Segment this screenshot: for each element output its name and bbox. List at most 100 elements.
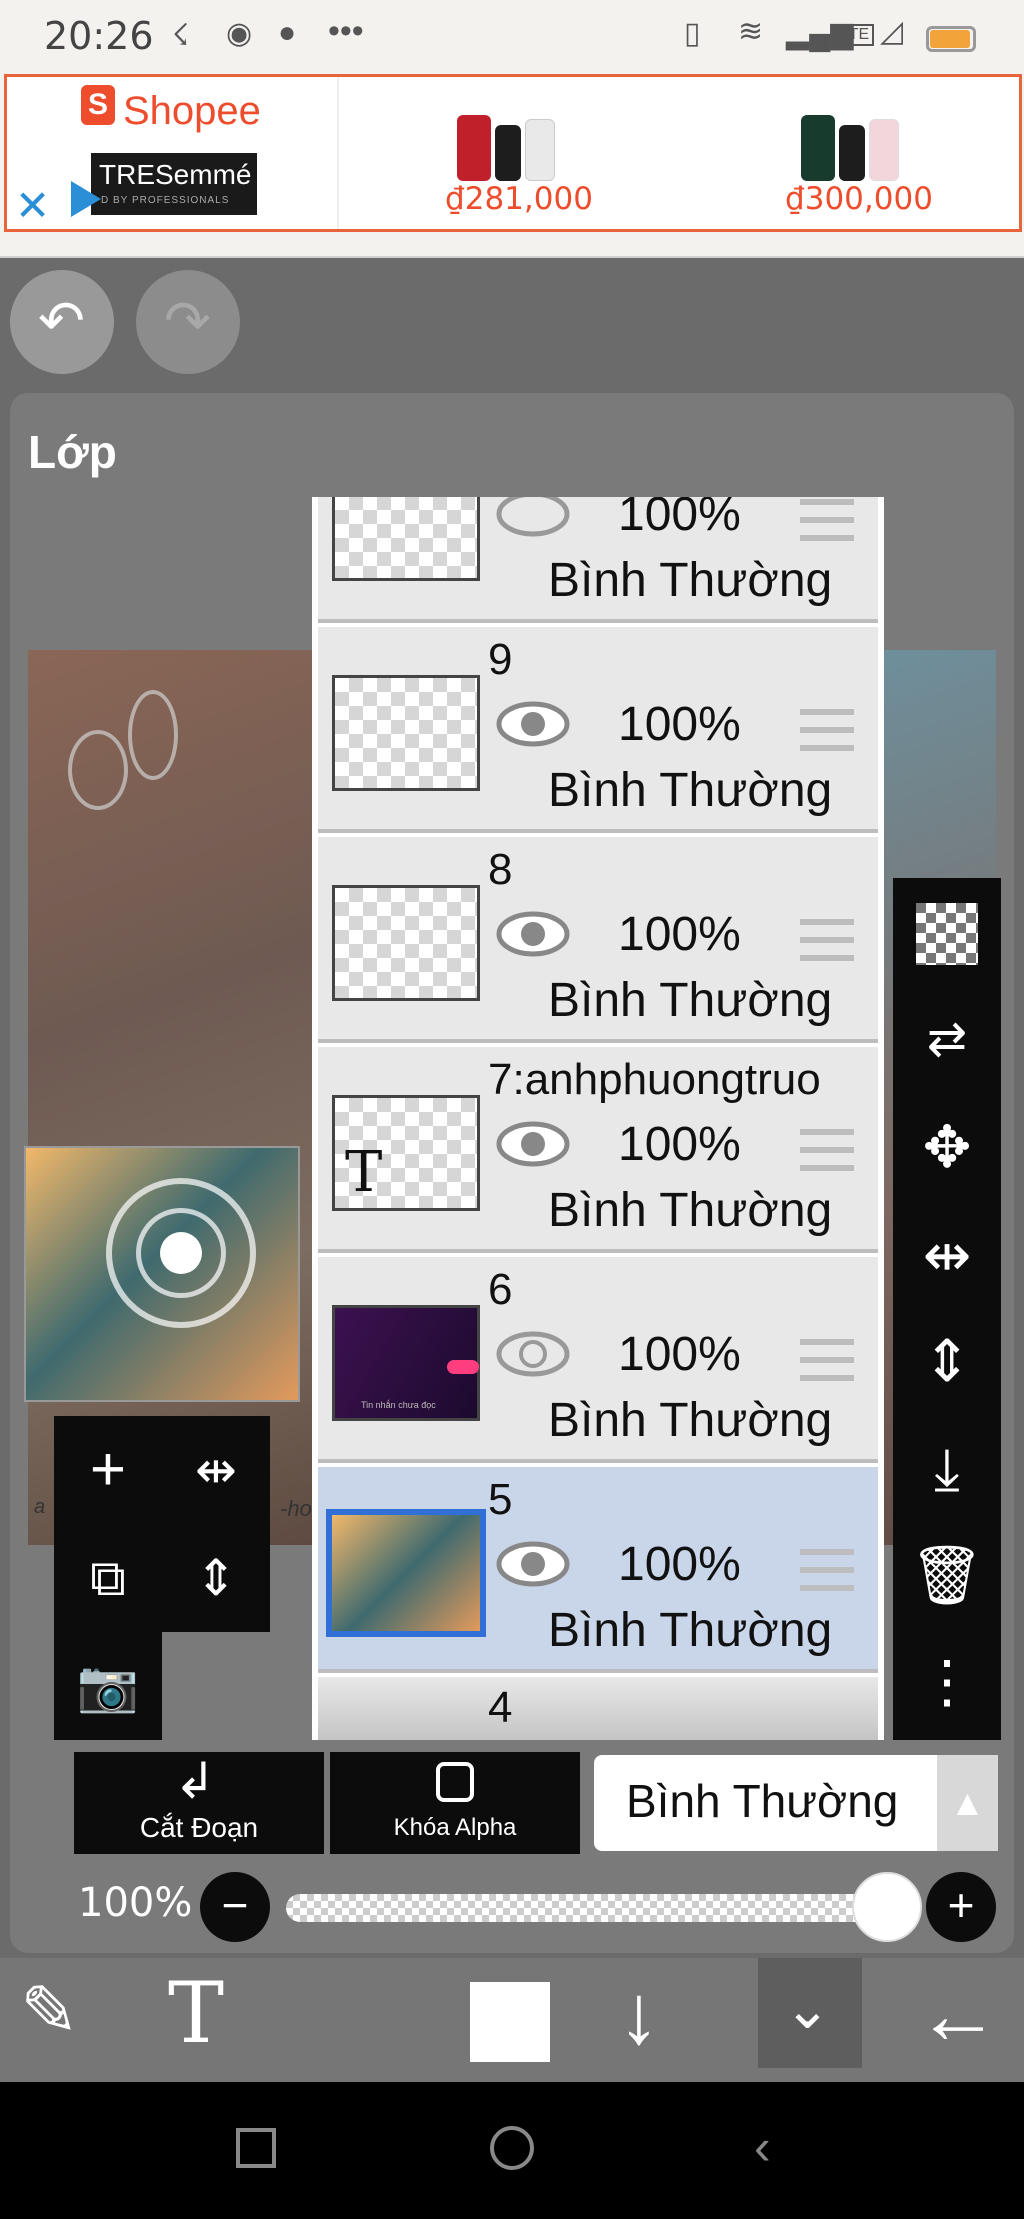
text-tool-icon[interactable]: T: [168, 1964, 224, 2062]
layer-blend-mode: Bình Thường: [548, 1184, 833, 1237]
move-button[interactable]: ✥: [903, 1104, 991, 1192]
ad-product-2[interactable]: [767, 95, 927, 195]
plus-icon: +: [947, 1879, 975, 1931]
shopee-brand: Shopee: [123, 89, 261, 133]
drag-handle-icon[interactable]: [800, 1339, 854, 1385]
flip-vertical-layer-button[interactable]: ⇕: [162, 1524, 270, 1632]
layer-swap-button[interactable]: ⇄: [903, 996, 991, 1084]
alpha-lock-label: Khóa Alpha: [393, 1814, 517, 1841]
recent-apps-icon[interactable]: [236, 2128, 276, 2168]
chevron-double-down-icon: ⌄: [784, 1977, 831, 2040]
opacity-slider-knob[interactable]: [852, 1872, 922, 1942]
layer-row-selected[interactable]: 5 100% Bình Thường: [318, 1467, 878, 1673]
missed-call-icon: ☇: [172, 19, 190, 52]
layer-thumbnail: [332, 497, 480, 581]
status-bar: 20:26 ☇ ◉ ● ••• ▯ ≋ ▂▄▆ LTE ◿: [0, 0, 1024, 72]
canvas-preview: a -ho: [28, 650, 314, 1545]
visibility-eye-icon[interactable]: [496, 1121, 570, 1167]
ad-price-2: ₫300,000: [785, 181, 933, 217]
lock-icon: [436, 1762, 474, 1802]
shopee-bag-icon: S: [81, 85, 115, 125]
clipping-button[interactable]: ↲ Cắt Đoạn: [74, 1752, 324, 1854]
flip-vertical-button[interactable]: ⇕: [903, 1318, 991, 1406]
brush-eraser-toggle-icon[interactable]: ✎: [20, 1970, 79, 2052]
layer-list[interactable]: 100% Bình Thường 9 100% Bình Thường 8 10…: [312, 497, 884, 1740]
color-swatch[interactable]: [470, 1982, 550, 2062]
layer-thumbnail: T: [332, 1095, 480, 1211]
opacity-label: 100%: [78, 1880, 193, 1926]
ad-product-1[interactable]: [427, 95, 587, 195]
flip-vertical-icon: ⇕: [922, 1329, 972, 1394]
layer-opacity: 100%: [618, 1118, 741, 1171]
back-icon[interactable]: ‹: [754, 2118, 771, 2176]
volte-icon: LTE: [836, 24, 875, 46]
drag-handle-icon[interactable]: [800, 1129, 854, 1175]
home-icon[interactable]: [490, 2126, 534, 2170]
transparent-fill-button[interactable]: [903, 890, 991, 978]
import-photo-button[interactable]: 📷: [54, 1632, 162, 1740]
visibility-eye-icon[interactable]: [496, 911, 570, 957]
flip-icon: ⇹: [195, 1442, 237, 1498]
layer-row[interactable]: 8 100% Bình Thường: [318, 837, 878, 1043]
blend-mode-arrow-icon[interactable]: ▲: [937, 1755, 998, 1851]
drag-handle-icon[interactable]: [800, 499, 854, 545]
visibility-eye-icon[interactable]: [496, 1331, 570, 1377]
opacity-increase-button[interactable]: +: [926, 1872, 996, 1942]
redo-button[interactable]: ↷: [136, 270, 240, 374]
layer-thumbnail: [332, 675, 480, 791]
arrow-down-icon[interactable]: ↓: [618, 1966, 660, 2063]
ad-close-icon[interactable]: ✕: [15, 181, 50, 230]
layer-opacity: 100%: [618, 908, 741, 961]
drag-handle-icon[interactable]: [800, 1549, 854, 1595]
drag-handle-icon[interactable]: [800, 709, 854, 755]
checker-icon: [916, 903, 978, 965]
camera-icon: 📷: [76, 1658, 140, 1714]
flip-layer-button[interactable]: ⇹: [162, 1416, 270, 1524]
ad-price-1: ₫281,000: [445, 181, 593, 217]
more-options-button[interactable]: ⋮: [903, 1638, 991, 1726]
opacity-decrease-button[interactable]: −: [200, 1872, 270, 1942]
layer-row[interactable]: 4: [318, 1677, 878, 1740]
layer-name: 6: [488, 1265, 513, 1314]
redo-icon: ↷: [164, 289, 211, 352]
duplicate-layer-button[interactable]: ⧉: [54, 1524, 162, 1632]
undo-button[interactable]: ↶: [10, 270, 114, 374]
opacity-slider[interactable]: [286, 1894, 898, 1922]
visibility-eye-icon[interactable]: [496, 701, 570, 747]
panel-title: Lớp: [28, 426, 117, 478]
merge-down-icon: ⤓: [934, 1437, 960, 1502]
layer-blend-mode: Bình Thường: [548, 974, 833, 1027]
visibility-eye-icon[interactable]: [496, 1541, 570, 1587]
layer-blend-mode: Bình Thường: [548, 554, 833, 607]
visibility-eye-icon[interactable]: [496, 497, 570, 537]
plus-icon: +: [89, 1435, 127, 1504]
adchoices-icon[interactable]: [71, 181, 101, 217]
layer-name: 8: [488, 845, 513, 894]
delete-layer-button[interactable]: 🗑: [903, 1532, 991, 1620]
minus-icon: −: [221, 1879, 249, 1931]
ad-divider: [337, 77, 339, 229]
layer-image-preview: [24, 1146, 300, 1402]
layer-opacity: 100%: [618, 497, 741, 541]
ad-banner[interactable]: S Shopee TRESemmé D BY PROFESSIONALS ₫28…: [0, 72, 1024, 258]
layer-row[interactable]: T 7:anhphuongtruo 100% Bình Thường: [318, 1047, 878, 1253]
flip-horizontal-button[interactable]: ⇹: [903, 1212, 991, 1300]
alpha-lock-button[interactable]: Khóa Alpha: [330, 1752, 580, 1854]
text-layer-glyph: T: [345, 1140, 383, 1205]
layer-row[interactable]: 100% Bình Thường: [318, 497, 878, 623]
layer-name: 4: [488, 1683, 513, 1732]
back-arrow-icon[interactable]: ←: [916, 1966, 1000, 2063]
layer-row[interactable]: 9 100% Bình Thường: [318, 627, 878, 833]
system-nav-bar: ‹: [0, 2082, 1024, 2219]
ad-frame[interactable]: S Shopee TRESemmé D BY PROFESSIONALS ₫28…: [4, 74, 1022, 232]
app-toolbar: ✎ T ↓ ⌄ ←: [0, 1958, 1024, 2082]
layer-tools-bar: ⇄ ✥ ⇹ ⇕ ⤓ 🗑 ⋮: [893, 878, 1001, 1740]
layer-thumbnail: [326, 1509, 486, 1637]
trash-icon: 🗑: [910, 1543, 984, 1608]
add-layer-button[interactable]: +: [54, 1416, 162, 1524]
messenger-icon: ◉: [226, 17, 253, 50]
layers-toggle-button[interactable]: ⌄: [758, 1958, 862, 2068]
merge-down-button[interactable]: ⤓: [903, 1426, 991, 1514]
layer-row[interactable]: Tin nhắn chưa đọc 6 100% Bình Thường: [318, 1257, 878, 1463]
drag-handle-icon[interactable]: [800, 919, 854, 965]
